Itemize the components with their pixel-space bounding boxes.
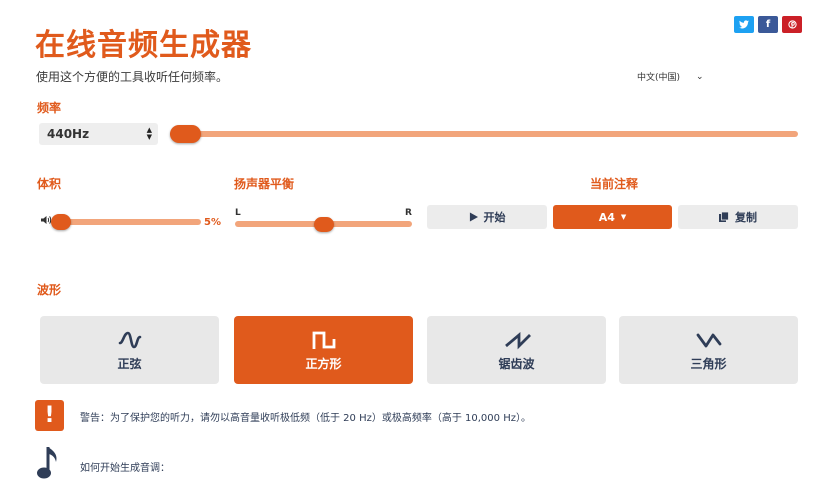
caret-down-icon: ▼ (620, 213, 627, 221)
waveform-sine-button[interactable]: 正弦 (40, 316, 219, 384)
pinterest-share-button[interactable] (782, 16, 802, 33)
note-value: A4 (598, 210, 615, 224)
music-note-icon (36, 445, 62, 485)
copy-button[interactable]: 复制 (678, 205, 798, 229)
twitter-icon (739, 20, 749, 29)
waveform-sawtooth-button[interactable]: 锯齿波 (427, 316, 606, 384)
pinterest-icon (787, 20, 797, 29)
warning-icon: ! (35, 400, 64, 431)
balance-slider-thumb[interactable] (313, 217, 334, 232)
frequency-slider[interactable] (170, 131, 798, 137)
waveform-sawtooth-label: 锯齿波 (498, 356, 535, 371)
waveform-sine-label: 正弦 (117, 356, 142, 371)
triangle-wave-icon (696, 333, 721, 347)
frequency-value: 440Hz (47, 127, 90, 141)
volume-percent: 5% (204, 217, 221, 228)
note-select[interactable]: A4 ▼ (553, 205, 672, 229)
facebook-share-button[interactable]: f (758, 16, 778, 33)
waveform-label: 波形 (37, 283, 62, 297)
social-share-bar: f (734, 16, 802, 33)
language-select[interactable]: 中文(中国) ⌄ (637, 70, 704, 84)
balance-left-label: L (235, 208, 241, 218)
square-wave-icon (312, 331, 335, 349)
balance-label: 扬声器平衡 (234, 177, 295, 191)
play-icon (469, 212, 478, 222)
facebook-icon: f (765, 19, 771, 30)
language-selected: 中文(中国) (637, 73, 681, 83)
frequency-label: 频率 (37, 101, 62, 115)
waveform-triangle-button[interactable]: 三角形 (619, 316, 798, 384)
sawtooth-wave-icon (504, 331, 531, 349)
waveform-square-label: 正方形 (305, 356, 342, 371)
balance-right-label: R (405, 208, 412, 218)
copy-icon (719, 212, 729, 222)
sine-wave-icon (118, 331, 141, 348)
volume-slider-thumb[interactable] (51, 214, 72, 230)
volume-slider[interactable] (54, 219, 201, 225)
frequency-input[interactable]: 440Hz ▲ ▼ (39, 123, 158, 145)
stepper-icon[interactable]: ▲ ▼ (147, 127, 152, 141)
waveform-square-button[interactable]: 正方形 (234, 316, 413, 384)
waveform-triangle-label: 三角形 (690, 356, 727, 371)
warning-text: 警告：为了保护您的听力，请勿以高音量收听极低频（低于 20 Hz）或极高频率（高… (80, 413, 531, 424)
chevron-down-icon: ⌄ (696, 71, 704, 82)
volume-label: 体积 (37, 177, 62, 191)
copy-button-label: 复制 (735, 211, 757, 224)
start-button-label: 开始 (483, 211, 506, 224)
start-button[interactable]: 开始 (427, 205, 547, 229)
current-note-label: 当前注释 (590, 177, 639, 191)
speaker-icon (40, 215, 52, 228)
howto-heading: 如何开始生成音调： (80, 463, 170, 474)
page-title: 在线音频生成器 (35, 28, 252, 63)
frequency-slider-thumb[interactable] (170, 125, 202, 143)
twitter-share-button[interactable] (734, 16, 754, 33)
page-subtitle: 使用这个方便的工具收听任何频率。 (36, 70, 229, 84)
